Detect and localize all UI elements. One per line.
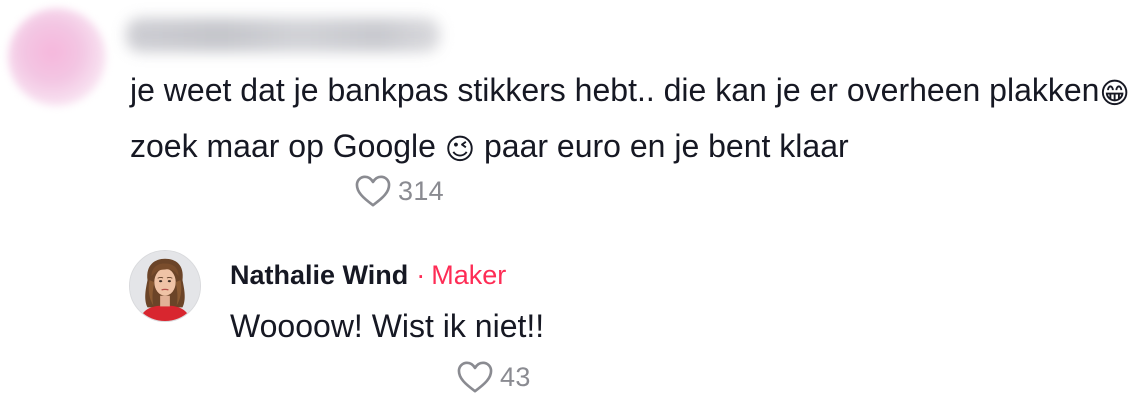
heart-outline-icon — [355, 175, 391, 207]
commenter-avatar-blurred[interactable] — [8, 8, 106, 106]
winking-face-emoji-icon: 😉 — [444, 134, 476, 166]
reply-author-name[interactable]: Nathalie Wind — [230, 260, 408, 290]
heart-outline-icon — [457, 361, 493, 393]
reply-text: Woooow! Wist ik niet!! — [230, 308, 545, 344]
comment-text-part-2: zoek maar op Google — [130, 128, 445, 164]
comment-like-button[interactable]: 314 — [354, 174, 444, 208]
reply-like-count: 43 — [500, 361, 531, 392]
creator-badge: Maker — [431, 260, 507, 290]
comment-text: je weet dat je bankpas stikkers hebt.. d… — [130, 62, 1130, 174]
commenter-username-blurred[interactable] — [126, 18, 440, 52]
author-separator: · — [416, 260, 426, 290]
creator-portrait-image — [130, 251, 200, 321]
comment-text-part-1: je weet dat je bankpas stikkers hebt.. d… — [130, 72, 1100, 108]
grinning-face-emoji-icon: 😁 — [1099, 78, 1130, 110]
creator-avatar[interactable] — [129, 250, 201, 322]
reply-like-button[interactable]: 43 — [456, 360, 531, 394]
reply-author-line: Nathalie Wind · Maker — [230, 258, 506, 292]
reply: Nathalie Wind · Maker Woooow! Wist ik niet… — [0, 240, 1144, 412]
comment-text-part-3: paar euro en je bent klaar — [475, 128, 849, 164]
comment-thread: je weet dat je bankpas stikkers hebt.. d… — [0, 0, 1144, 412]
comment-like-count: 314 — [398, 175, 444, 206]
comment: je weet dat je bankpas stikkers hebt.. d… — [0, 0, 1144, 220]
